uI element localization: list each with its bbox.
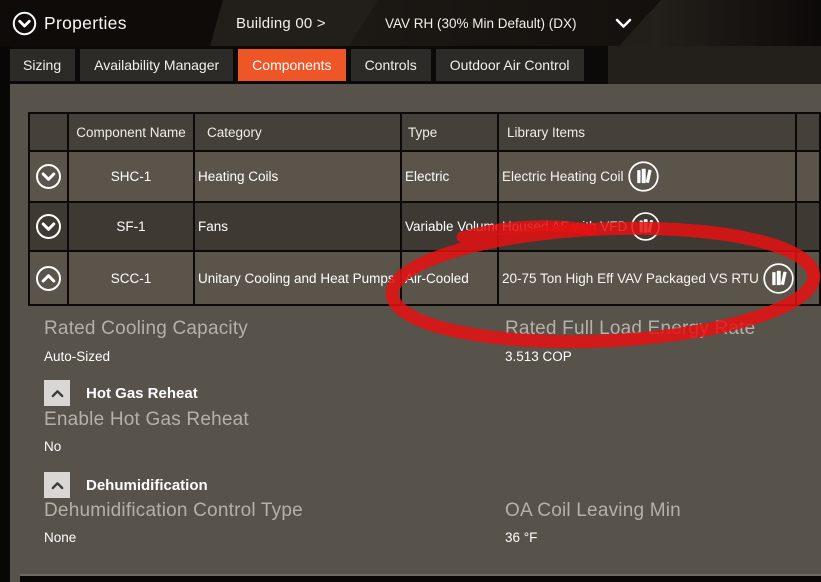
cell-end-spacer — [797, 203, 821, 252]
col-header-category: Category — [195, 114, 402, 152]
hot-gas-reheat-section-title: Hot Gas Reheat — [86, 385, 198, 402]
properties-collapse-icon[interactable] — [12, 11, 37, 36]
row-expander-button[interactable] — [30, 203, 69, 252]
breadcrumb-panel: Building 00 > — [210, 0, 378, 46]
rated-full-load-energy-rate-label: Rated Full Load Energy Rate — [505, 318, 755, 340]
components-table: Component Name Category Type Library Ite… — [28, 112, 821, 306]
tab-components[interactable]: Components — [238, 49, 345, 81]
table-row: SHC-1 Heating Coils Electric Electric He… — [30, 152, 821, 203]
chevron-up-icon — [51, 481, 64, 490]
col-header-library-items: Library Items — [499, 114, 797, 152]
rated-cooling-capacity-label: Rated Cooling Capacity — [44, 318, 248, 340]
hot-gas-reheat-collapse-button[interactable] — [44, 380, 70, 406]
col-header-component-name: Component Name — [69, 114, 195, 152]
oa-coil-leaving-min-value[interactable]: 36 °F — [505, 530, 537, 545]
library-item-label: Electric Heating Coil — [502, 169, 624, 184]
row-expander-button[interactable] — [30, 152, 69, 203]
cell-library-item: Housed AF with VFD — [499, 203, 797, 252]
chevron-down-circle-icon — [35, 213, 62, 240]
breadcrumb-label: Building 00 > — [236, 15, 326, 32]
col-header-type: Type — [402, 114, 499, 152]
components-panel: Component Name Category Type Library Ite… — [10, 84, 821, 582]
chevron-down-icon — [615, 18, 632, 29]
page-title: Properties — [44, 13, 127, 34]
cell-component-name: SF-1 — [69, 203, 195, 252]
hot-gas-reheat-section-header: Hot Gas Reheat — [44, 380, 198, 406]
enable-hot-gas-reheat-value[interactable]: No — [44, 439, 61, 454]
chevron-up-icon — [51, 389, 64, 398]
tab-outdoor-air-control[interactable]: Outdoor Air Control — [436, 49, 584, 81]
table-row-selected: SCC-1 Unitary Cooling and Heat Pumps Air… — [30, 252, 821, 304]
system-selector-label: VAV RH (30% Min Default) (DX) — [385, 16, 577, 31]
header-end-spacer — [797, 114, 821, 152]
cell-category: Unitary Cooling and Heat Pumps — [195, 252, 402, 304]
left-edge-strip — [0, 46, 10, 582]
chevron-up-circle-icon — [35, 265, 62, 292]
tab-bar: Sizing Availability Manager Components C… — [0, 46, 821, 84]
cell-category: Fans — [195, 203, 402, 252]
cell-category: Heating Coils — [195, 152, 402, 203]
cell-type: Electric — [402, 152, 499, 203]
breadcrumb[interactable]: Building 00 > — [236, 0, 326, 46]
dehumidification-collapse-button[interactable] — [44, 472, 70, 498]
dehumidification-control-type-label: Dehumidification Control Type — [44, 500, 303, 522]
cell-end-spacer — [797, 252, 821, 304]
dehumidification-section-title: Dehumidification — [86, 477, 208, 494]
cell-component-name: SHC-1 — [69, 152, 195, 203]
bottom-edge-strip — [20, 574, 821, 582]
tab-availability-manager[interactable]: Availability Manager — [80, 49, 233, 81]
rated-cooling-capacity-value[interactable]: Auto-Sized — [44, 349, 110, 364]
cell-component-name: SCC-1 — [69, 252, 195, 304]
row-collapse-button[interactable] — [30, 252, 69, 304]
cell-type: Variable Volume — [402, 203, 499, 252]
rated-full-load-energy-rate-value[interactable]: 3.513 COP — [505, 349, 572, 364]
library-books-icon[interactable] — [762, 261, 795, 296]
cell-type: Air-Cooled — [402, 252, 499, 304]
cell-end-spacer — [797, 152, 821, 203]
library-books-icon[interactable] — [630, 211, 661, 242]
table-row: SF-1 Fans Variable Volume Housed AF with… — [30, 203, 821, 252]
system-selector-panel: VAV RH (30% Min Default) (DX) — [349, 0, 661, 46]
table-header-row: Component Name Category Type Library Ite… — [30, 114, 821, 152]
tab-controls[interactable]: Controls — [351, 49, 431, 81]
dehumidification-control-type-value[interactable]: None — [44, 530, 76, 545]
tab-sizing[interactable]: Sizing — [9, 49, 75, 81]
title-bar: Building 00 > VAV RH (30% Min Default) (… — [0, 0, 821, 46]
library-item-label: 20-75 Ton High Eff VAV Packaged VS RTU — [502, 271, 759, 286]
header-expander-spacer — [30, 114, 69, 152]
library-books-icon[interactable] — [627, 160, 660, 193]
dehumidification-section-header: Dehumidification — [44, 472, 208, 498]
library-item-label: Housed AF with VFD — [502, 219, 627, 234]
cell-library-item: 20-75 Ton High Eff VAV Packaged VS RTU — [499, 252, 797, 304]
enable-hot-gas-reheat-label: Enable Hot Gas Reheat — [44, 409, 249, 431]
cell-library-item: Electric Heating Coil — [499, 152, 797, 203]
chevron-down-circle-icon — [35, 163, 62, 190]
system-selector-dropdown[interactable]: VAV RH (30% Min Default) (DX) — [385, 0, 632, 46]
oa-coil-leaving-min-label: OA Coil Leaving Min — [505, 500, 681, 522]
